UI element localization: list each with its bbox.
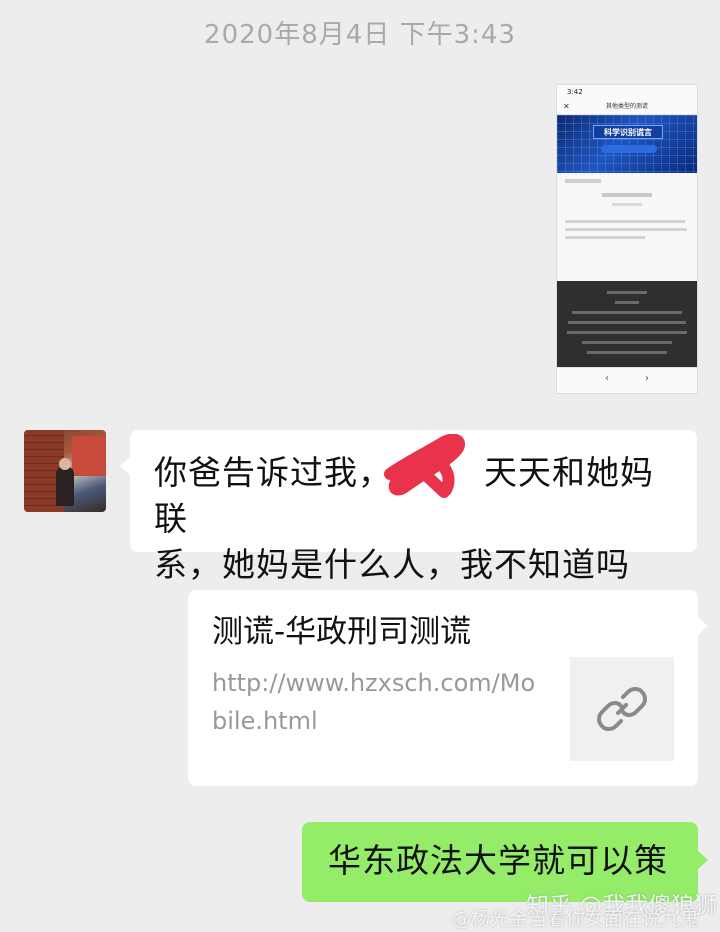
screenshot-bottom-bar: ‹ › xyxy=(557,367,697,393)
link-thumbnail xyxy=(570,657,674,761)
message-timestamp: 2020年8月4日 下午3:43 xyxy=(204,20,516,50)
screenshot-image-message[interactable]: 3:42 ✕ 其他类型的测谎 科学识别谎言 ‹ › xyxy=(556,84,698,394)
link-card-url: http://www.hzxsch.com/Mobile.html xyxy=(212,669,536,735)
banner-title: 科学识别谎言 xyxy=(593,125,663,139)
status-time: 3:42 xyxy=(567,88,583,96)
screenshot-nav-title: 其他类型的测谎 xyxy=(605,103,648,110)
screenshot-footer xyxy=(557,281,697,369)
screenshot-nav-bar: ✕ 其他类型的测谎 xyxy=(557,99,697,115)
screenshot-banner: 科学识别谎言 xyxy=(557,115,697,173)
close-icon: ✕ xyxy=(563,102,570,111)
forward-arrow-icon: › xyxy=(645,373,649,384)
watermark-weibo: @杨光金当着你女面在说九鬼 xyxy=(452,908,700,930)
status-bar: 3:42 xyxy=(557,85,697,99)
link-icon xyxy=(597,687,647,731)
contact-avatar[interactable] xyxy=(24,430,106,512)
screenshot-article-body xyxy=(557,173,697,250)
outgoing-message-text: 华东政法大学就可以策 xyxy=(328,841,668,880)
incoming-text-part1: 你爸告诉过我， xyxy=(154,453,392,492)
link-card-title: 测谎-华政刑司测谎 xyxy=(212,614,472,650)
red-scribble-redaction xyxy=(384,434,465,498)
link-card-message[interactable]: 测谎-华政刑司测谎 http://www.hzxsch.com/Mobile.h… xyxy=(188,590,708,786)
back-arrow-icon: ‹ xyxy=(605,373,609,384)
incoming-text-line2: 系，她妈是什么人，我不知道吗 xyxy=(154,545,630,584)
